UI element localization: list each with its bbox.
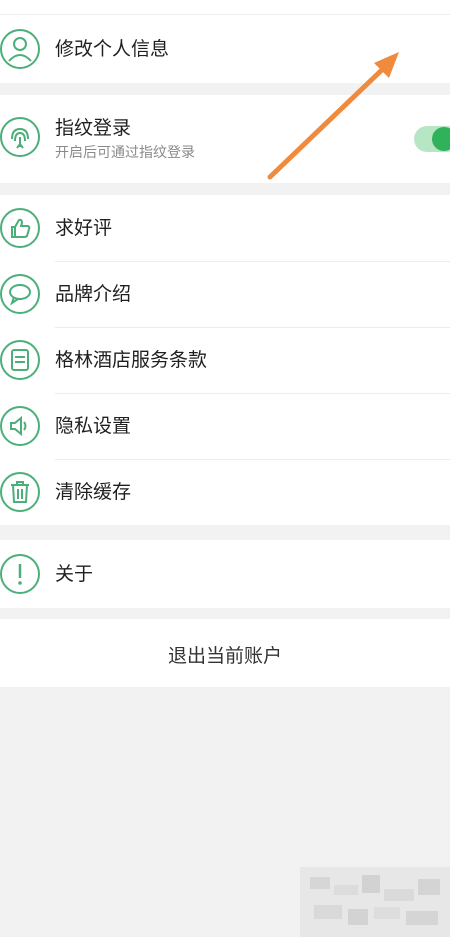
edit-profile-label: 修改个人信息 [55, 38, 170, 60]
about-label: 关于 [55, 563, 94, 585]
brand-label: 品牌介绍 [55, 283, 132, 305]
group-misc: 求好评 品牌介绍 格林酒店服务条款 隐私设置 清除缓存 [0, 195, 450, 525]
user-icon [0, 29, 40, 69]
document-icon [0, 340, 40, 380]
terms-label: 格林酒店服务条款 [55, 349, 208, 371]
fingerprint-title: 指纹登录 [55, 117, 132, 139]
toggle-knob [432, 127, 450, 151]
row-brand[interactable]: 品牌介绍 [0, 261, 450, 327]
watermark-logo [300, 867, 450, 937]
fingerprint-toggle[interactable] [414, 126, 450, 152]
trash-icon [0, 472, 40, 512]
logout-button[interactable]: 退出当前账户 [0, 619, 450, 687]
speaker-icon [0, 406, 40, 446]
privacy-label: 隐私设置 [55, 415, 132, 437]
row-about[interactable]: 关于 [0, 540, 450, 608]
exclamation-icon [0, 554, 40, 594]
group-fingerprint: 指纹登录 开启后可通过指纹登录 [0, 95, 450, 183]
chat-bubble-icon [0, 274, 40, 314]
group-about: 关于 [0, 540, 450, 608]
row-privacy[interactable]: 隐私设置 [0, 393, 450, 459]
clear-cache-label: 清除缓存 [55, 481, 132, 503]
fingerprint-icon [0, 117, 40, 157]
row-clear-cache[interactable]: 清除缓存 [0, 459, 450, 525]
row-fingerprint-login: 指纹登录 开启后可通过指纹登录 [0, 95, 450, 183]
thumbs-up-icon [0, 208, 40, 248]
group-profile: 修改个人信息 [0, 15, 450, 83]
top-strip [0, 0, 450, 15]
row-terms[interactable]: 格林酒店服务条款 [0, 327, 450, 393]
rate-label: 求好评 [55, 217, 113, 239]
row-edit-profile[interactable]: 修改个人信息 [0, 15, 450, 83]
row-rate[interactable]: 求好评 [0, 195, 450, 261]
logout-label: 退出当前账户 [167, 645, 282, 667]
fingerprint-subtitle: 开启后可通过指纹登录 [55, 145, 195, 161]
